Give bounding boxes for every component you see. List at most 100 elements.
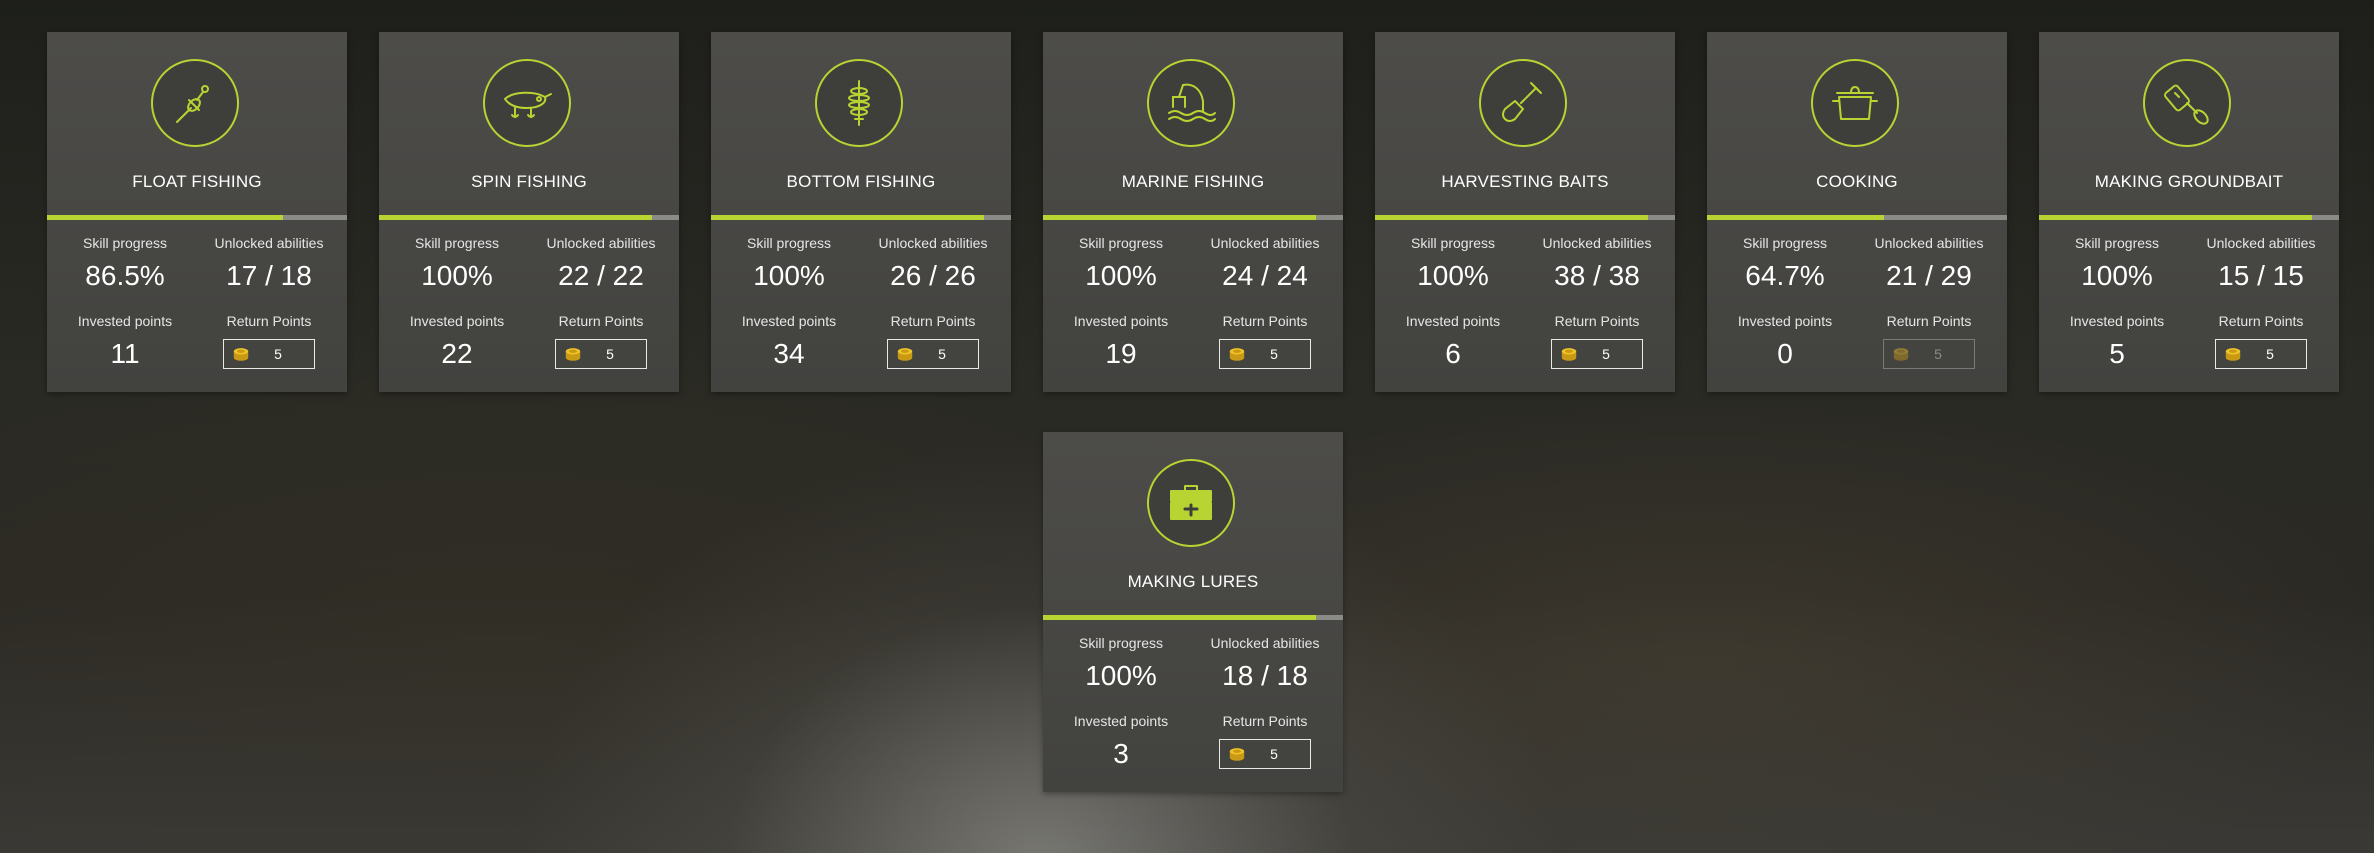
return-points-label: Return Points (1222, 713, 1308, 729)
invested-points-value: 3 (1113, 738, 1129, 769)
unlocked-abilities-label: Unlocked abilities (1210, 235, 1320, 251)
skill-progress-fill (2039, 215, 2312, 220)
return-points-button[interactable]: 5 (555, 339, 647, 369)
unlocked-abilities-value: 38 / 38 (1554, 260, 1640, 291)
skill-progress-value: 100% (1085, 660, 1157, 691)
pot-icon (1832, 86, 1878, 120)
skill-progress-bar (1375, 215, 1675, 220)
skill-progress-bar (47, 215, 347, 220)
skill-icon (483, 59, 571, 147)
coin-icon (1561, 348, 1577, 361)
return-points-button[interactable]: 5 (887, 339, 979, 369)
return-points-value: 5 (1270, 746, 1278, 762)
invested-points-value: 22 (441, 338, 473, 369)
skill-title: COOKING (1816, 172, 1898, 191)
return-points-button[interactable]: 5 (1551, 339, 1643, 369)
unlocked-abilities-label: Unlocked abilities (546, 235, 656, 251)
skill-icon (1147, 459, 1235, 547)
unlocked-abilities-value: 21 / 29 (1886, 260, 1972, 291)
return-points-value: 5 (1270, 346, 1278, 362)
invested-points-label: Invested points (2069, 313, 2165, 329)
skill-title: BOTTOM FISHING (786, 172, 936, 191)
return-points-label: Return Points (558, 313, 644, 329)
coin-icon (1229, 748, 1245, 761)
invested-points-label: Invested points (1737, 313, 1833, 329)
skill-progress-bar (1707, 215, 2007, 220)
invested-points-label: Invested points (741, 313, 837, 329)
unlocked-abilities-label: Unlocked abilities (214, 235, 324, 251)
skill-icon (2143, 59, 2231, 147)
return-points-label: Return Points (2218, 313, 2304, 329)
skill-progress-label: Skill progress (1410, 235, 1496, 251)
return-points-button[interactable]: 5 (223, 339, 315, 369)
skill-card[interactable]: HARVESTING BAITS Skill progress Unlocked… (1375, 32, 1675, 392)
skill-progress-value: 100% (2081, 260, 2153, 291)
skill-card[interactable]: FLOAT FISHING Skill progress Unlocked ab… (47, 32, 347, 392)
skill-progress-value: 100% (753, 260, 825, 291)
coin-icon (2225, 348, 2241, 361)
feeder-icon (848, 80, 870, 126)
skill-card[interactable]: SPIN FISHING Skill progress Unlocked abi… (379, 32, 679, 392)
skill-title: MAKING LURES (1127, 572, 1259, 591)
skill-progress-bar (711, 215, 1011, 220)
skill-progress-label: Skill progress (2074, 235, 2160, 251)
unlocked-abilities-value: 26 / 26 (890, 260, 976, 291)
invested-points-label: Invested points (1405, 313, 1501, 329)
unlocked-abilities-value: 17 / 18 (226, 260, 312, 291)
skill-icon (815, 59, 903, 147)
skill-progress-value: 86.5% (85, 260, 165, 291)
skill-progress-fill (47, 215, 283, 220)
invested-points-value: 19 (1105, 338, 1137, 369)
skill-card[interactable]: MAKING LURES Skill progress Unlocked abi… (1043, 432, 1343, 792)
invested-points-value: 34 (773, 338, 805, 369)
skill-card[interactable]: MARINE FISHING Skill progress Unlocked a… (1043, 32, 1343, 392)
skill-progress-bar (1043, 615, 1343, 620)
skill-title: FLOAT FISHING (132, 172, 262, 191)
skill-card[interactable]: COOKING Skill progress Unlocked abilitie… (1707, 32, 2007, 392)
unlocked-abilities-value: 22 / 22 (558, 260, 644, 291)
return-points-label: Return Points (1222, 313, 1308, 329)
return-points-label: Return Points (226, 313, 312, 329)
unlocked-abilities-label: Unlocked abilities (878, 235, 988, 251)
coin-icon (1893, 348, 1909, 361)
skill-progress-fill (1707, 215, 1884, 220)
skill-icon (1479, 59, 1567, 147)
toolbox-icon (1170, 485, 1212, 520)
unlocked-abilities-label: Unlocked abilities (1542, 235, 1652, 251)
return-points-button[interactable]: 5 (1883, 339, 1975, 369)
invested-points-label: Invested points (1073, 713, 1169, 729)
invested-points-value: 0 (1777, 338, 1793, 369)
return-points-button[interactable]: 5 (1219, 339, 1311, 369)
unlocked-abilities-label: Unlocked abilities (2206, 235, 2316, 251)
skill-progress-fill (1375, 215, 1648, 220)
return-points-button[interactable]: 5 (1219, 739, 1311, 769)
skill-progress-value: 100% (1085, 260, 1157, 291)
return-points-value: 5 (2266, 346, 2274, 362)
skill-progress-value: 100% (1417, 260, 1489, 291)
skill-card[interactable]: BOTTOM FISHING Skill progress Unlocked a… (711, 32, 1011, 392)
mixer-icon (2164, 84, 2209, 125)
shovel-icon (1502, 82, 1542, 122)
unlocked-abilities-label: Unlocked abilities (1874, 235, 1984, 251)
skill-progress-bar (2039, 215, 2339, 220)
invested-points-value: 6 (1445, 338, 1461, 369)
skill-icon (1811, 59, 1899, 147)
skill-progress-bar (1043, 215, 1343, 220)
coin-icon (1229, 348, 1245, 361)
invested-points-label: Invested points (1073, 313, 1169, 329)
lure-icon (503, 91, 552, 118)
unlocked-abilities-value: 24 / 24 (1222, 260, 1308, 291)
marine-icon (1168, 83, 1216, 122)
return-points-label: Return Points (1886, 313, 1972, 329)
invested-points-label: Invested points (409, 313, 505, 329)
coin-icon (897, 348, 913, 361)
skill-progress-label: Skill progress (1078, 235, 1164, 251)
skill-card[interactable]: MAKING GROUNDBAIT Skill progress Unlocke… (2039, 32, 2339, 392)
unlocked-abilities-label: Unlocked abilities (1210, 635, 1320, 651)
skill-icon (151, 59, 239, 147)
skill-progress-label: Skill progress (414, 235, 500, 251)
return-points-button[interactable]: 5 (2215, 339, 2307, 369)
return-points-value: 5 (606, 346, 614, 362)
invested-points-value: 11 (110, 338, 140, 369)
coin-icon (565, 348, 581, 361)
